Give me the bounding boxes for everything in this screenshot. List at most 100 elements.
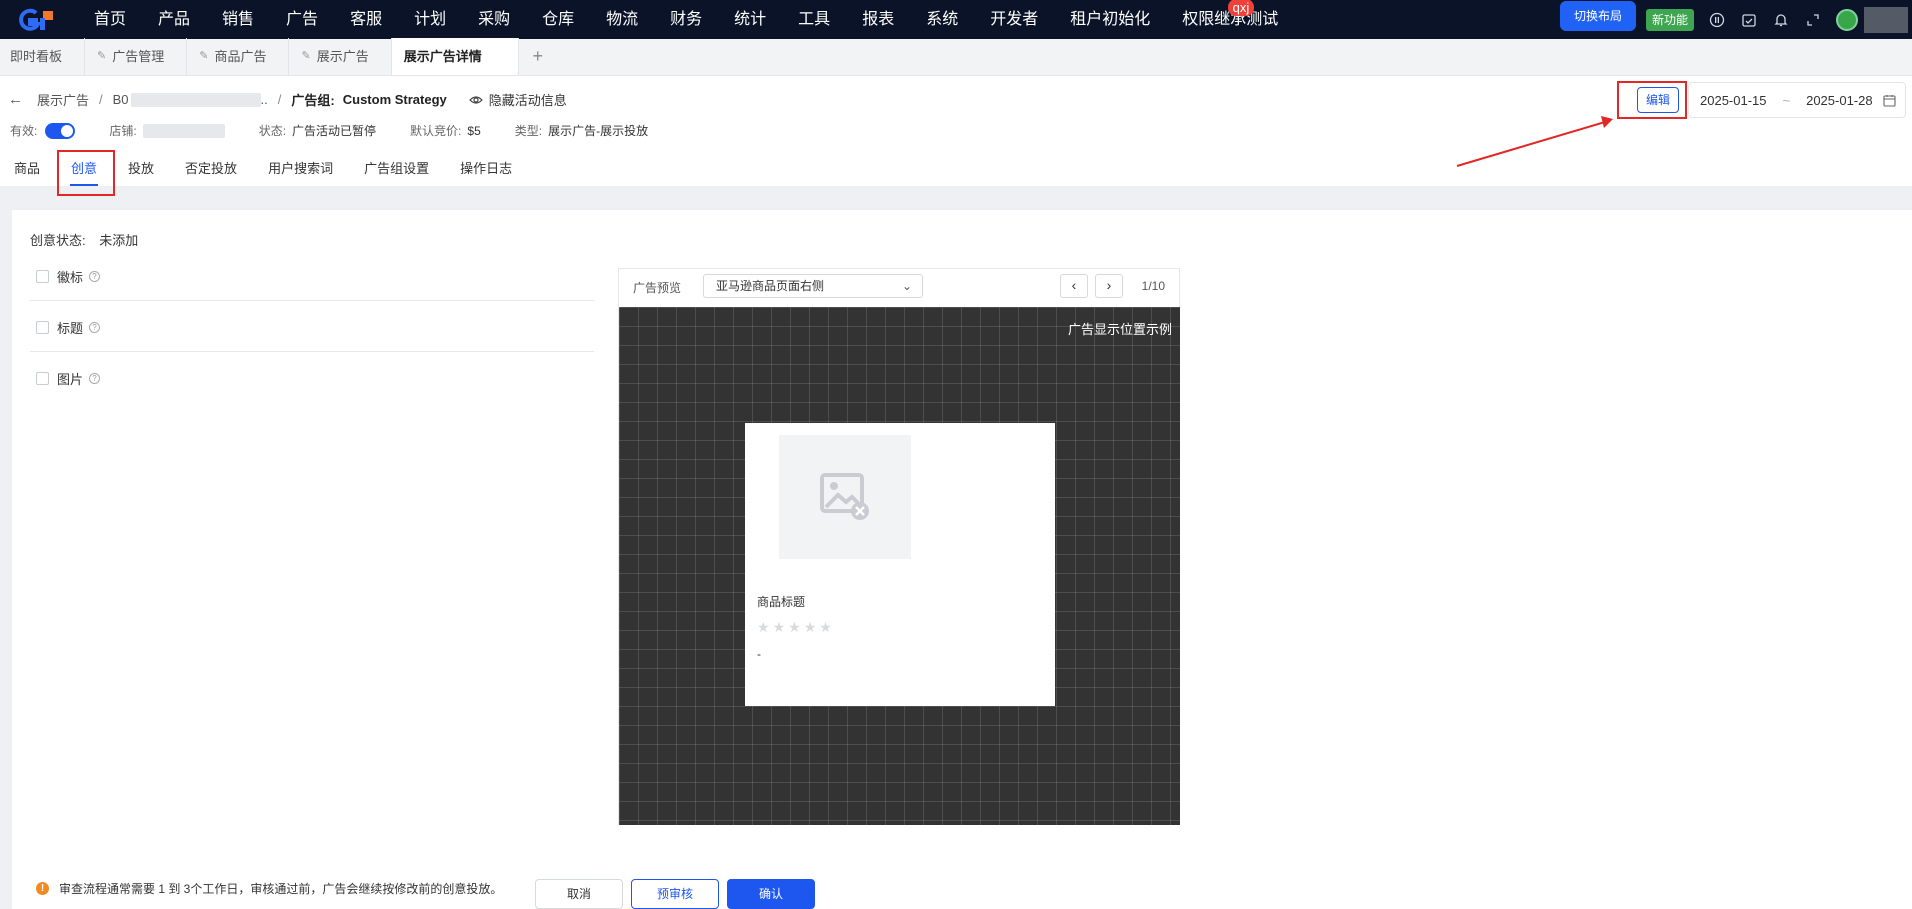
subtab-operation-log[interactable]: 操作日志 xyxy=(460,158,512,186)
asin-redacted xyxy=(130,92,261,107)
calendar-check-icon[interactable] xyxy=(1740,11,1758,29)
switch-layout-button[interactable]: 切换布局 xyxy=(1559,0,1636,31)
subtab-targeting[interactable]: 投放 xyxy=(128,158,154,186)
breadcrumb-display-ads[interactable]: 展示广告 xyxy=(37,90,89,109)
review-notice: ! 审查流程通常需要 1 到 3个工作日，审核通过前，广告会继续按修改前的创意投… xyxy=(36,880,502,897)
option-title[interactable]: 标题 ? xyxy=(36,318,101,337)
status-value: 广告活动已暂停 xyxy=(292,124,377,138)
hide-campaign-info-toggle[interactable]: 隐藏活动信息 xyxy=(468,90,567,109)
ad-preview: 广告预览 亚马逊商品页面右侧 ⌄ ‹ › 1/10 广告显示位置示例 商品标题 … xyxy=(618,268,1180,825)
nav-reports[interactable]: 报表 xyxy=(846,0,910,39)
nav-tools[interactable]: 工具 xyxy=(782,0,846,39)
back-arrow-icon[interactable]: ← xyxy=(8,91,23,108)
nav-ads[interactable]: 广告 xyxy=(270,0,334,39)
subtab-negative-targeting[interactable]: 否定投放 xyxy=(185,158,237,186)
creative-status-label: 创意状态: xyxy=(30,233,86,248)
pin-icon: ✎ xyxy=(199,50,209,62)
bell-icon[interactable] xyxy=(1772,11,1790,29)
top-navigation: 首页 产品 销售 广告 客服 计划 采购 仓库 物流 财务 统计 工具 报表 系… xyxy=(0,0,1912,39)
option-logo[interactable]: 徽标 ? xyxy=(36,267,101,286)
date-range-picker[interactable]: 2025-01-15 ~ 2025-01-28 xyxy=(1688,82,1906,118)
new-feature-badge[interactable]: 新功能 xyxy=(1645,8,1694,31)
option-logo-label: 徽标 xyxy=(57,270,84,285)
nav-sales[interactable]: 销售 xyxy=(206,0,270,39)
logo-checkbox[interactable] xyxy=(36,270,49,283)
placement-select-value: 亚马逊商品页面右侧 xyxy=(716,279,825,293)
breadcrumb-separator: / xyxy=(277,92,282,107)
image-placeholder-icon xyxy=(779,435,911,559)
help-icon[interactable]: ? xyxy=(89,373,101,384)
type-field: 类型: 展示广告-展示投放 xyxy=(515,122,648,139)
nav-developer[interactable]: 开发者 xyxy=(974,0,1054,39)
asin-suffix: .. xyxy=(260,92,268,107)
subtab-products[interactable]: 商品 xyxy=(14,158,40,186)
fullscreen-icon[interactable] xyxy=(1804,11,1822,29)
enabled-toggle[interactable] xyxy=(45,122,76,139)
breadcrumb: ← 展示广告 / B0 .. / 广告组: Custom Strategy 隐藏… xyxy=(8,90,567,109)
avatar[interactable] xyxy=(1836,8,1858,31)
tab-display-ad-detail[interactable]: 展示广告详情 xyxy=(391,38,519,75)
confirm-button[interactable]: 确认 xyxy=(727,879,815,909)
ad-group-name: Custom Strategy xyxy=(342,92,447,107)
username-redacted[interactable] xyxy=(1864,6,1908,33)
calendar-icon xyxy=(1883,94,1896,107)
breadcrumb-asin[interactable]: B0 .. xyxy=(113,92,268,107)
app-logo[interactable] xyxy=(0,0,78,39)
nav-service[interactable]: 客服 xyxy=(334,0,398,39)
help-icon[interactable]: ? xyxy=(89,271,101,282)
breadcrumb-separator: / xyxy=(99,92,103,107)
tab-display-ads[interactable]: ✎ 展示广告 xyxy=(289,38,392,75)
nav-system[interactable]: 系统 xyxy=(910,0,974,39)
prev-page-button[interactable]: ‹ xyxy=(1060,274,1088,298)
default-bid-label: 默认竞价: xyxy=(410,124,462,138)
option-image-label: 图片 xyxy=(57,372,84,387)
pause-circle-icon[interactable] xyxy=(1708,11,1726,29)
tab-label: 展示广告 xyxy=(316,49,369,64)
add-tab-button[interactable]: + xyxy=(519,38,557,75)
tab-product-ads[interactable]: ✎ 商品广告 xyxy=(187,38,290,75)
ad-group-meta: 有效: 店铺: 状态: 广告活动已暂停 默认竞价: $5 类型: 展示广告-展示… xyxy=(10,122,682,139)
logo-icon xyxy=(19,8,53,31)
tab-dashboard[interactable]: 即时看板 xyxy=(0,38,86,75)
nav-warehouse[interactable]: 仓库 xyxy=(526,0,590,39)
nav-finance[interactable]: 财务 xyxy=(654,0,718,39)
nav-tenant-init[interactable]: 租户初始化 xyxy=(1054,0,1166,39)
nav-permission-test[interactable]: 权限继承测试 qxj xyxy=(1166,0,1294,39)
nav-plan[interactable]: 计划 xyxy=(398,0,462,39)
option-image[interactable]: 图片 ? xyxy=(36,369,101,388)
next-page-button[interactable]: › xyxy=(1095,274,1123,298)
hide-campaign-info-label: 隐藏活动信息 xyxy=(488,93,567,108)
nav-purchase[interactable]: 采购 xyxy=(462,0,526,39)
nav-stats[interactable]: 统计 xyxy=(718,0,782,39)
placement-select[interactable]: 亚马逊商品页面右侧 ⌄ xyxy=(703,274,923,298)
nav-home[interactable]: 首页 xyxy=(78,0,142,39)
title-checkbox[interactable] xyxy=(36,321,49,334)
subtab-ad-group-settings[interactable]: 广告组设置 xyxy=(364,158,429,186)
date-start: 2025-01-15 xyxy=(1700,92,1767,108)
page-tab-bar: 即时看板 ✎ 广告管理 ✎ 商品广告 ✎ 展示广告 展示广告详情 + xyxy=(0,38,1912,76)
card-price: - xyxy=(757,647,761,661)
page-indicator: 1/10 xyxy=(1141,279,1165,293)
status-label: 状态: xyxy=(258,124,287,138)
nav-product[interactable]: 产品 xyxy=(142,0,206,39)
image-checkbox[interactable] xyxy=(36,372,49,385)
warning-icon: ! xyxy=(36,882,49,895)
nav-logistics[interactable]: 物流 xyxy=(590,0,654,39)
pin-icon: ✎ xyxy=(97,50,107,62)
subtab-search-terms[interactable]: 用户搜索词 xyxy=(268,158,333,186)
date-end: 2025-01-28 xyxy=(1806,92,1873,108)
option-title-label: 标题 xyxy=(57,321,84,336)
cancel-button[interactable]: 取消 xyxy=(535,879,623,909)
eye-icon xyxy=(468,95,483,104)
edit-button-highlight xyxy=(1617,81,1687,119)
creative-panel: 创意状态: 未添加 徽标 ? 标题 ? 图片 ? 广告预览 亚马逊商品页面右侧 … xyxy=(12,210,1912,909)
creative-status-value: 未添加 xyxy=(99,233,139,248)
help-icon[interactable]: ? xyxy=(89,322,101,333)
pre-review-button[interactable]: 预审核 xyxy=(631,879,719,909)
placement-example-label: 广告显示位置示例 xyxy=(1067,322,1172,337)
tab-ad-management[interactable]: ✎ 广告管理 xyxy=(85,38,188,75)
divider xyxy=(30,300,594,301)
enabled-field: 有效: xyxy=(10,122,76,139)
review-notice-text: 审查流程通常需要 1 到 3个工作日，审核通过前，广告会继续按修改前的创意投放。 xyxy=(59,882,503,896)
creative-status: 创意状态: 未添加 xyxy=(30,230,138,249)
